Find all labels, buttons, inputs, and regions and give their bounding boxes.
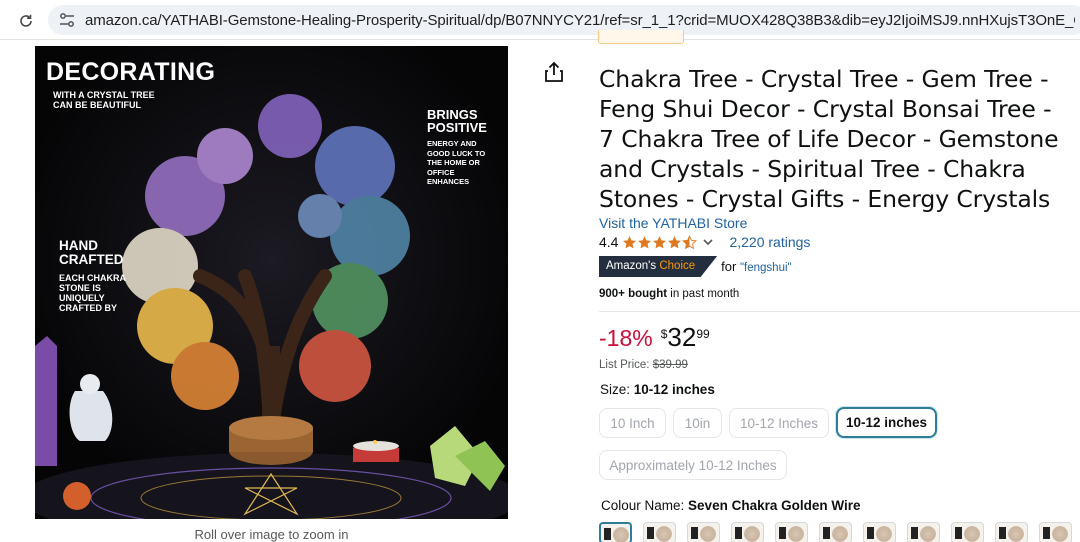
choice-for-text: for "fengshui" xyxy=(721,259,791,274)
colour-label: Colour Name: Seven Chakra Golden Wire xyxy=(601,498,860,513)
top-badge xyxy=(598,30,684,44)
choice-highlight: Choice xyxy=(659,260,696,272)
discount-percent: -18% xyxy=(599,325,653,351)
bought-count: 900+ bought xyxy=(599,288,668,300)
image-overlay-subtitle: WITH A CRYSTAL TREE CAN BE BEAUTIFUL xyxy=(53,90,155,110)
colour-swatch[interactable] xyxy=(863,522,896,542)
star-icon xyxy=(668,235,682,248)
image-overlay-brings-sub: ENERGY AND GOOD LUCK TO THE HOME OR OFFI… xyxy=(427,139,486,186)
size-option-10-12-inches-caps[interactable]: 10-12 Inches xyxy=(729,408,829,438)
size-option-10-inch[interactable]: 10 Inch xyxy=(599,408,666,438)
url-host: amazon.ca xyxy=(85,12,158,29)
choice-keyword-link[interactable]: "fengshui" xyxy=(740,262,792,274)
colour-swatch[interactable] xyxy=(951,522,984,542)
star-rating[interactable] xyxy=(622,234,698,250)
colour-swatch[interactable] xyxy=(687,522,720,542)
browser-toolbar: amazon.ca/YATHABI-Gemstone-Healing-Prosp… xyxy=(0,0,1080,40)
chevron-down-icon[interactable] xyxy=(701,235,715,249)
colour-selected: Seven Chakra Golden Wire xyxy=(688,498,861,513)
product-title: Chakra Tree - Crystal Tree - Gem Tree - … xyxy=(599,65,1059,213)
amazons-choice-row: Amazon's Choice for "fengshui" xyxy=(599,256,792,277)
list-price-value: $39.99 xyxy=(652,359,688,371)
price-whole: 32 xyxy=(667,322,697,352)
product-main-image[interactable]: DECORATING WITH A CRYSTAL TREE CAN BE BE… xyxy=(35,46,508,519)
size-option-10in[interactable]: 10in xyxy=(673,408,722,438)
colour-label-text: Colour Name: xyxy=(601,498,685,513)
size-label: Size: 10-12 inches xyxy=(600,382,715,397)
size-option-approximately[interactable]: Approximately 10-12 Inches xyxy=(599,450,787,480)
star-icon xyxy=(623,235,637,248)
colour-swatch[interactable] xyxy=(907,522,940,542)
colour-swatch[interactable] xyxy=(731,522,764,542)
list-price-label: List Price: xyxy=(599,359,650,371)
rating-row: 4.4 2,220 ratings xyxy=(599,233,810,251)
price-fraction: 99 xyxy=(696,327,710,341)
image-overlay-brings: BRINGS POSITIVE xyxy=(427,107,487,135)
list-price: List Price: $39.99 xyxy=(599,359,688,371)
address-bar[interactable]: amazon.ca/YATHABI-Gemstone-Healing-Prosp… xyxy=(48,5,1080,35)
colour-swatch[interactable] xyxy=(995,522,1028,542)
site-info-icon[interactable] xyxy=(58,12,76,28)
star-icon xyxy=(653,235,667,248)
zoom-hint: Roll over image to zoom in xyxy=(194,527,349,542)
size-selected: 10-12 inches xyxy=(633,382,715,397)
divider xyxy=(599,311,1080,312)
amazons-choice-badge[interactable]: Amazon's Choice xyxy=(599,256,718,277)
price-currency: $ xyxy=(660,327,668,341)
reload-icon[interactable] xyxy=(14,9,38,33)
image-overlay-title: DECORATING xyxy=(46,58,216,86)
colour-swatch[interactable] xyxy=(775,522,808,542)
url-text[interactable]: amazon.ca/YATHABI-Gemstone-Healing-Prosp… xyxy=(85,12,1075,29)
colour-swatch[interactable] xyxy=(819,522,852,542)
star-icon xyxy=(638,235,652,248)
ratings-count-link[interactable]: 2,220 ratings xyxy=(729,234,810,250)
choice-prefix: Amazon's xyxy=(606,260,657,272)
store-link[interactable]: Visit the YATHABI Store xyxy=(599,215,747,231)
colour-swatch[interactable] xyxy=(643,522,676,542)
bought-in-past-month: 900+ bought in past month xyxy=(599,288,739,300)
bought-rest: in past month xyxy=(670,288,740,300)
colour-swatch[interactable] xyxy=(599,522,632,542)
image-overlay-hand: HAND CRAFTED xyxy=(59,238,124,267)
choice-for-label: for xyxy=(721,259,737,274)
rating-number: 4.4 xyxy=(599,234,619,250)
size-option-10-12-inches-selected[interactable]: 10-12 inches xyxy=(836,407,937,438)
price-row: -18% $ 32 99 xyxy=(599,322,710,354)
size-label-text: Size: xyxy=(600,382,631,397)
half-star-icon xyxy=(682,234,698,249)
url-path: /YATHABI-Gemstone-Healing-Prosperity-Spi… xyxy=(157,12,1075,29)
image-overlay-hand-sub: EACH CHAKRA STONE IS UNIQUELY CRAFTED BY xyxy=(59,273,126,313)
share-icon[interactable] xyxy=(543,60,565,84)
colour-swatch[interactable] xyxy=(1039,522,1072,542)
